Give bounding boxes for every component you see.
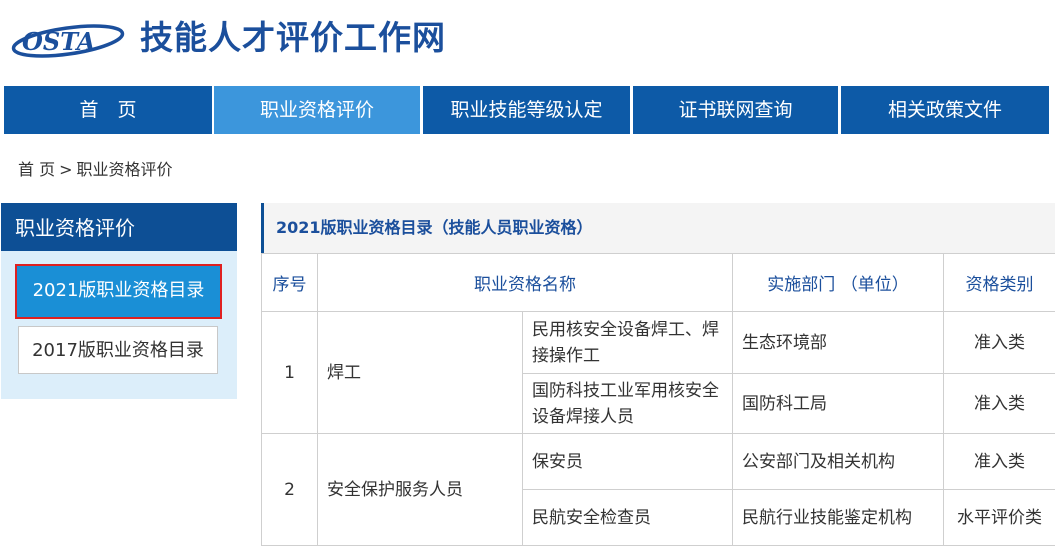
header-dept: 实施部门 （单位） [732, 253, 944, 312]
breadcrumb: 首 页 > 职业资格评价 [18, 159, 173, 181]
site-title: 技能人才评价工作网 [140, 18, 446, 57]
sidebar-item-2021-catalog[interactable]: 2021版职业资格目录 [15, 264, 222, 319]
row-category: 准入类 [943, 433, 1055, 490]
table-header-row: 序号 职业资格名称 实施部门 （单位） 资格类别 [261, 253, 1055, 312]
row-dept: 民航行业技能鉴定机构 [732, 489, 944, 546]
nav-policy-documents[interactable]: 相关政策文件 [841, 86, 1049, 134]
breadcrumb-separator: > [59, 160, 73, 179]
qualification-table: 序号 职业资格名称 实施部门 （单位） 资格类别 1 焊工 民用核安全设备焊工、… [261, 253, 1055, 546]
row-name: 安全保护服务人员 [317, 433, 523, 546]
row-name: 焊工 [317, 311, 523, 434]
table-row: 1 焊工 民用核安全设备焊工、焊接操作工 生态环境部 准入类 [261, 311, 1055, 434]
row-category: 准入类 [943, 311, 1055, 374]
breadcrumb-home[interactable]: 首 页 [18, 160, 55, 179]
row-dept: 公安部门及相关机构 [732, 433, 944, 490]
row-sub-name: 民航安全检查员 [522, 489, 733, 546]
row-dept: 国防科工局 [732, 373, 944, 434]
header-name: 职业资格名称 [317, 253, 733, 312]
logo-text: OSTA [22, 27, 95, 56]
row-dept: 生态环境部 [732, 311, 944, 374]
content-title: 2021版职业资格目录（技能人员职业资格） [276, 218, 593, 237]
row-category: 水平评价类 [943, 489, 1055, 546]
row-category: 准入类 [943, 373, 1055, 434]
row-no: 1 [261, 311, 318, 434]
table-row: 2 安全保护服务人员 保安员 公安部门及相关机构 准入类 [261, 433, 1055, 546]
nav-home[interactable]: 首 页 [4, 86, 212, 134]
row-sub-name: 保安员 [522, 433, 733, 490]
nav-qualification-evaluation[interactable]: 职业资格评价 [214, 86, 420, 134]
header-no: 序号 [261, 253, 318, 312]
nav-certificate-query[interactable]: 证书联网查询 [633, 86, 838, 134]
sidebar-item-2017-catalog[interactable]: 2017版职业资格目录 [18, 326, 218, 374]
nav-skill-level-certification[interactable]: 职业技能等级认定 [423, 86, 630, 134]
row-no: 2 [261, 433, 318, 546]
osta-logo[interactable]: OSTA [10, 20, 126, 60]
main-nav: 首 页 职业资格评价 职业技能等级认定 证书联网查询 相关政策文件 [0, 86, 1055, 134]
row-sub-name: 民用核安全设备焊工、焊接操作工 [522, 311, 733, 374]
sidebar-heading: 职业资格评价 [1, 203, 237, 251]
site-header: OSTA 技能人才评价工作网 [0, 0, 1055, 86]
breadcrumb-current: 职业资格评价 [76, 160, 173, 179]
content-title-bar: 2021版职业资格目录（技能人员职业资格） [261, 203, 1055, 253]
header-category: 资格类别 [943, 253, 1055, 312]
row-sub-name: 国防科技工业军用核安全设备焊接人员 [522, 373, 733, 434]
